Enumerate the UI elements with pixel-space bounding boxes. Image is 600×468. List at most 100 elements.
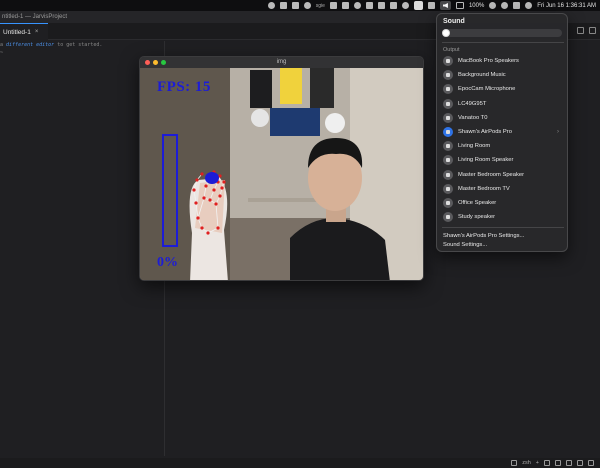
trash-icon[interactable] bbox=[555, 460, 561, 466]
wifi-icon[interactable] bbox=[489, 2, 497, 9]
landmark-point bbox=[195, 178, 199, 182]
landmark-point bbox=[222, 180, 226, 184]
output-device-label: Master Bedroom Speaker bbox=[458, 171, 525, 178]
tab-label: Untitled-1 bbox=[3, 28, 31, 36]
output-device-label: MacBook Pro Speakers bbox=[458, 58, 519, 65]
chevron-up-icon[interactable] bbox=[577, 460, 583, 466]
terminal-shell-label[interactable]: zsh bbox=[522, 460, 531, 466]
volume-bar bbox=[162, 134, 178, 247]
img-window[interactable]: img FPS: 15 0% bbox=[139, 56, 424, 281]
speaker-icon bbox=[443, 84, 453, 95]
laptop-icon bbox=[443, 56, 453, 67]
chevron-right-icon[interactable]: › bbox=[557, 129, 559, 135]
pinch-indicator bbox=[205, 172, 219, 184]
tab-untitled[interactable]: Untitled-1 × bbox=[0, 23, 48, 40]
sound-menu-title: Sound bbox=[443, 18, 465, 25]
app-icon[interactable] bbox=[291, 2, 299, 9]
output-device-item[interactable]: Study speaker bbox=[441, 210, 565, 224]
volume-slider-knob[interactable] bbox=[443, 30, 449, 36]
more-icon[interactable] bbox=[566, 460, 572, 466]
clipboard-icon[interactable] bbox=[365, 2, 373, 9]
output-device-label: Living Room bbox=[458, 143, 491, 150]
output-device-label: Study speaker bbox=[458, 214, 496, 221]
landmark-point bbox=[208, 198, 212, 202]
close-icon[interactable] bbox=[588, 460, 594, 466]
homepod-icon bbox=[443, 169, 453, 180]
output-device-label: EpocCam Microphone bbox=[458, 86, 516, 93]
menubar-clock[interactable]: Fri Jun 16 1:36:31 AM bbox=[537, 3, 596, 9]
music-icon[interactable] bbox=[427, 2, 435, 9]
homepod-icon bbox=[443, 212, 453, 223]
minimize-window-button[interactable] bbox=[153, 60, 158, 65]
status-icon[interactable] bbox=[267, 2, 275, 9]
output-device-item[interactable]: EpocCam Microphone bbox=[441, 82, 565, 96]
output-device-label: Living Room Speaker bbox=[458, 157, 514, 164]
timer-icon[interactable] bbox=[401, 2, 409, 9]
volume-slider[interactable] bbox=[442, 29, 562, 37]
output-section-label: Output bbox=[443, 47, 460, 53]
battery-icon[interactable] bbox=[455, 2, 464, 9]
sound-menu: Sound Output MacBook Pro Speakers Backgro… bbox=[436, 13, 568, 252]
output-device-item[interactable]: Living Room bbox=[441, 139, 565, 153]
speaker-icon bbox=[443, 112, 453, 123]
output-device-item[interactable]: Master Bedroom Speaker bbox=[441, 168, 565, 182]
output-device-list: MacBook Pro Speakers Background Music Epoc… bbox=[441, 54, 565, 224]
editor-actions bbox=[577, 27, 596, 34]
sound-menu-icon[interactable] bbox=[439, 1, 451, 10]
airpods-icon bbox=[443, 127, 453, 138]
landmark-point bbox=[194, 201, 198, 205]
divider bbox=[442, 42, 564, 43]
app-icon[interactable] bbox=[279, 2, 287, 9]
sound-settings-link[interactable]: Sound Settings... bbox=[443, 241, 524, 250]
output-device-label: Office Speaker bbox=[458, 199, 497, 206]
output-device-item[interactable]: Master Bedroom TV bbox=[441, 182, 565, 196]
camera-feed: FPS: 15 0% bbox=[140, 68, 423, 280]
output-device-item[interactable]: Living Room Speaker bbox=[441, 153, 565, 167]
landmark-point bbox=[200, 226, 204, 230]
output-device-item[interactable]: Background Music bbox=[441, 68, 565, 82]
input-source-label[interactable]: sgie bbox=[316, 3, 325, 9]
landmark-point bbox=[218, 194, 222, 198]
window-controls bbox=[145, 60, 166, 65]
output-device-item[interactable]: Shawn's AirPods Pro › bbox=[441, 125, 565, 139]
fps-counter: FPS: 15 bbox=[157, 79, 211, 95]
tv-icon bbox=[443, 183, 453, 194]
dropbox-icon[interactable] bbox=[389, 2, 397, 9]
output-device-label: Master Bedroom TV bbox=[458, 185, 510, 192]
output-device-item[interactable]: Vanatoo T0 bbox=[441, 111, 565, 125]
camera-scene bbox=[140, 68, 423, 280]
hint-link[interactable]: different editor bbox=[6, 42, 54, 48]
output-device-label: Shawn's AirPods Pro bbox=[458, 129, 512, 136]
shield-icon[interactable] bbox=[341, 2, 349, 9]
landmark-point bbox=[216, 226, 220, 230]
output-device-label: Background Music bbox=[458, 72, 506, 79]
control-center-icon[interactable] bbox=[513, 2, 521, 9]
new-terminal-button[interactable]: + bbox=[536, 460, 539, 466]
more-actions-icon[interactable] bbox=[589, 27, 596, 34]
output-device-label: Vanatoo T0 bbox=[458, 114, 488, 121]
menu-bar: sgie 100% Fri Jun 16 1:36:31 AM bbox=[0, 0, 600, 11]
split-editor-icon[interactable] bbox=[577, 27, 584, 34]
output-device-item[interactable]: LC49G95T bbox=[441, 97, 565, 111]
terminal-icon[interactable] bbox=[511, 460, 518, 466]
output-device-item[interactable]: Office Speaker bbox=[441, 196, 565, 210]
landmark-point bbox=[220, 186, 224, 190]
text-input-icon[interactable] bbox=[413, 1, 423, 10]
sun-icon[interactable] bbox=[303, 2, 311, 9]
landmark-point bbox=[200, 172, 204, 176]
split-terminal-icon[interactable] bbox=[544, 460, 550, 466]
landmark-point bbox=[214, 202, 218, 206]
grid-icon[interactable] bbox=[377, 2, 385, 9]
homepod-icon bbox=[443, 155, 453, 166]
airpods-settings-link[interactable]: Shawn's AirPods Pro Settings... bbox=[443, 232, 524, 241]
box-icon[interactable] bbox=[329, 2, 337, 9]
siri-icon[interactable] bbox=[525, 2, 533, 9]
close-icon[interactable]: × bbox=[35, 29, 39, 35]
zoom-window-button[interactable] bbox=[161, 60, 166, 65]
battery-percent: 100% bbox=[468, 2, 485, 9]
search-icon[interactable] bbox=[501, 2, 509, 9]
landmark-point bbox=[202, 196, 206, 200]
record-icon[interactable] bbox=[353, 2, 361, 9]
output-device-item[interactable]: MacBook Pro Speakers bbox=[441, 54, 565, 68]
close-window-button[interactable] bbox=[145, 60, 150, 65]
